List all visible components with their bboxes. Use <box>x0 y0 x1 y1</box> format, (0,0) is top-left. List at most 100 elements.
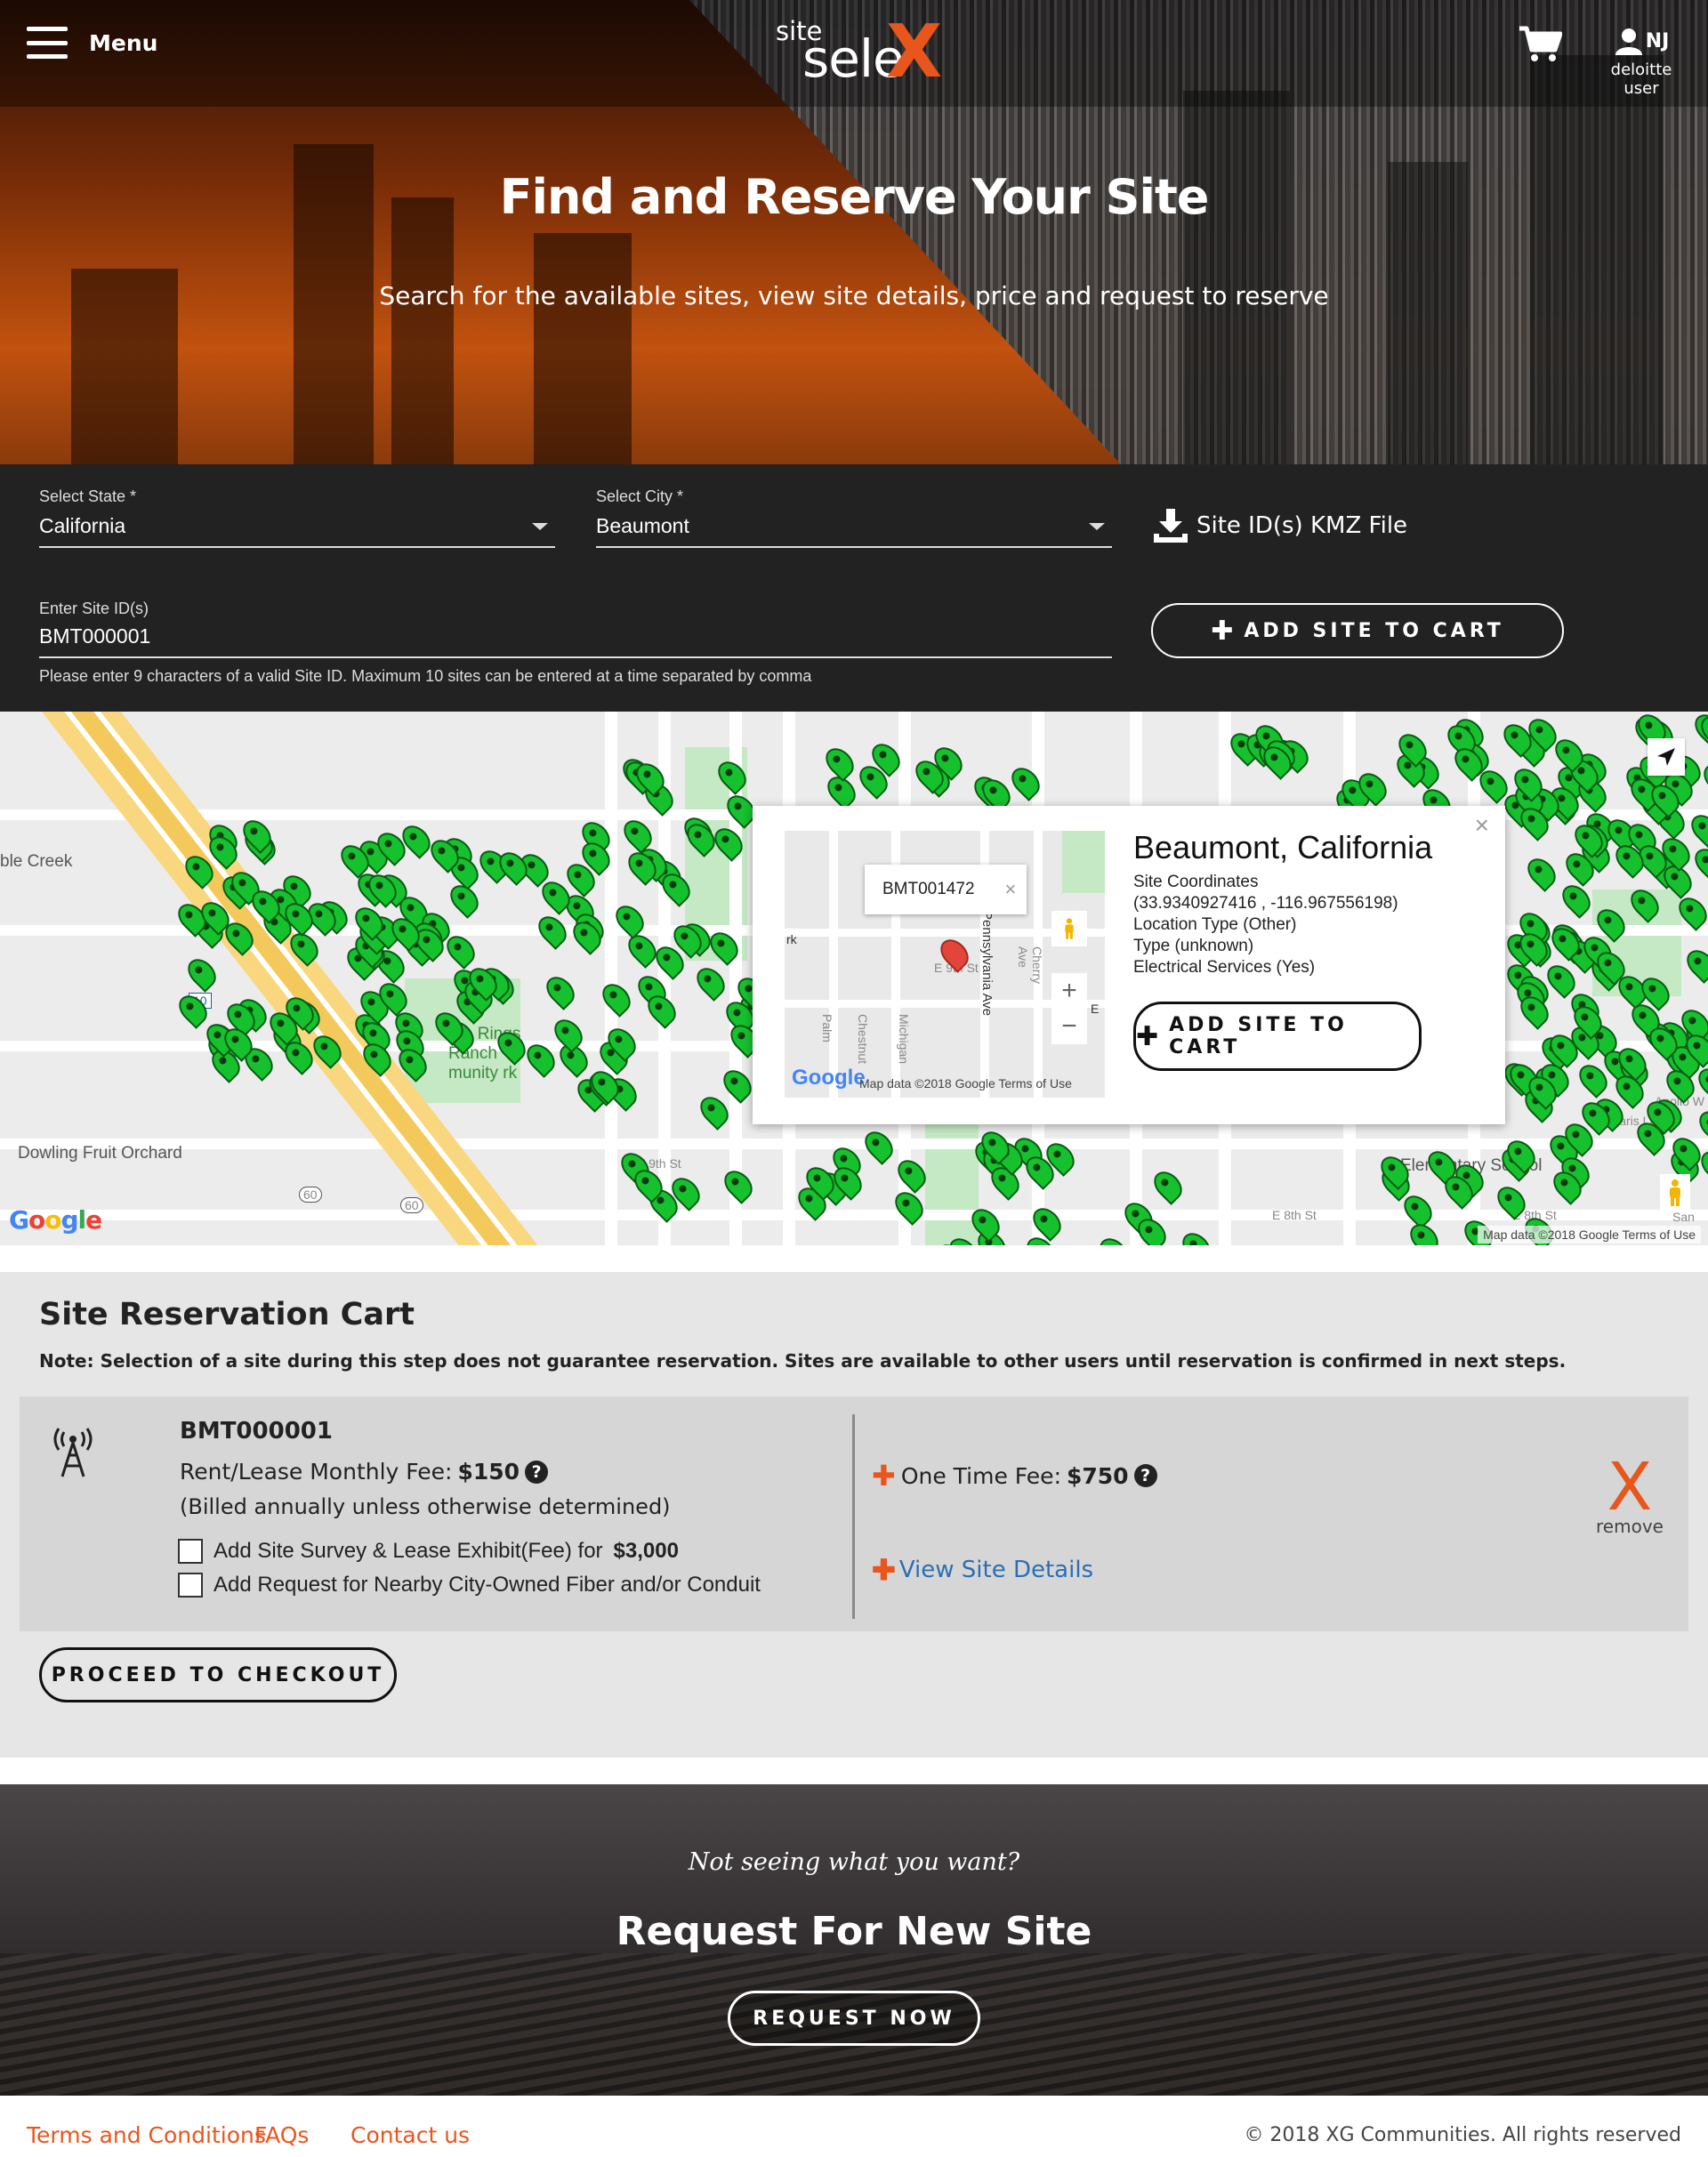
fiber-request-label: Add Request for Nearby City-Owned Fiber … <box>214 1573 761 1597</box>
site-pin[interactable] <box>695 1091 735 1131</box>
site-pin[interactable] <box>1094 1233 1134 1245</box>
mini-street-label: Palm <box>820 1014 834 1042</box>
view-site-details-link[interactable]: ✚ View Site Details <box>872 1553 1093 1587</box>
site-pin[interactable] <box>691 962 731 1002</box>
site-ids-help: Please enter 9 characters of a valid Sit… <box>39 667 812 685</box>
electrical-services: Electrical Services (Yes) <box>1133 958 1316 977</box>
plus-icon: ✚ <box>1211 615 1234 647</box>
site-pin[interactable] <box>1681 944 1708 984</box>
close-icon[interactable]: × <box>1475 811 1489 840</box>
site-search-form: Select State * California Select City * … <box>0 464 1708 712</box>
site-pin[interactable] <box>597 978 636 1018</box>
site-pin[interactable] <box>532 911 572 950</box>
help-icon[interactable]: ? <box>1133 1464 1157 1487</box>
site-pin[interactable] <box>820 743 859 782</box>
mini-street-label: Cherry Ave <box>1016 946 1044 985</box>
mini-map-attribution[interactable]: Map data ©2018 Google Terms of Use <box>859 1076 1072 1091</box>
hamburger-icon <box>27 27 68 59</box>
divider <box>852 1414 855 1619</box>
fiber-request-checkbox[interactable] <box>178 1573 203 1598</box>
zoom-in-button[interactable]: + <box>1051 973 1087 1009</box>
request-now-button[interactable]: REQUEST NOW <box>728 1991 980 2046</box>
map-attribution[interactable]: Map data ©2018 Google Terms of Use <box>1478 1226 1701 1243</box>
page-footer: Terms and Conditions FAQs Contact us © 2… <box>0 2096 1708 2157</box>
map-park <box>1062 831 1105 893</box>
contact-link[interactable]: Contact us <box>350 2122 470 2148</box>
site-pin[interactable] <box>181 954 222 994</box>
one-time-fee-value: $750 <box>1067 1462 1129 1489</box>
help-icon[interactable]: ? <box>525 1460 549 1484</box>
mini-label: rk <box>786 932 797 946</box>
proceed-to-checkout-button[interactable]: PROCEED TO CHECKOUT <box>39 1647 397 1702</box>
site-pin[interactable] <box>1557 880 1597 920</box>
request-new-site-banner: Not seeing what you want? Request For Ne… <box>0 1784 1708 2096</box>
billing-note: (Billed annually unless otherwise determ… <box>180 1494 671 1519</box>
site-pin[interactable] <box>445 880 484 919</box>
remove-button[interactable]: X remove <box>1585 1454 1674 1537</box>
navigation-arrow-icon <box>1657 748 1675 766</box>
site-pin[interactable] <box>1148 1165 1188 1205</box>
map-label-street: E 8th St <box>1272 1208 1317 1222</box>
page-subtitle: Search for the available sites, view sit… <box>379 281 1329 310</box>
hero-building <box>1530 55 1664 464</box>
site-survey-label: Add Site Survey & Lease Exhibit(Fee) for <box>214 1539 603 1563</box>
map-label-orchard: Dowling Fruit Orchard <box>18 1144 182 1163</box>
spacer <box>0 1245 1708 1272</box>
site-pin[interactable] <box>541 971 580 1011</box>
site-survey-price: $3,000 <box>613 1539 679 1563</box>
site-ids-input[interactable]: BMT000001 <box>39 617 1112 658</box>
add-site-label: ADD SITE TO CART <box>1244 619 1504 642</box>
request-now-label: REQUEST NOW <box>753 2007 955 2030</box>
mini-street-label: Chestnut <box>856 1014 870 1065</box>
cart-note: Note: Selection of a site during this st… <box>39 1350 1567 1372</box>
close-icon[interactable]: × <box>1005 878 1017 901</box>
mini-street-label: Pennsylvania Ave <box>979 911 995 1017</box>
site-map[interactable]: ble Creek Dowling Fruit Orchard ree Ring… <box>0 712 1708 1245</box>
site-pin[interactable] <box>718 1064 758 1104</box>
add-site-to-cart-button[interactable]: ✚ ADD SITE TO CART <box>1151 603 1564 658</box>
route-shield: 60 <box>400 1197 423 1213</box>
site-survey-option[interactable]: Add Site Survey & Lease Exhibit(Fee) for… <box>178 1539 679 1564</box>
site-pin[interactable] <box>1521 852 1561 892</box>
fiber-request-option[interactable]: Add Request for Nearby City-Owned Fiber … <box>178 1573 761 1598</box>
map-label-street: San <box>1672 1210 1695 1224</box>
site-pin[interactable] <box>1689 842 1708 882</box>
menu-button[interactable]: Menu <box>27 27 157 59</box>
view-details-label: View Site Details <box>898 1557 1094 1583</box>
chevron-down-icon <box>1089 523 1105 530</box>
download-icon <box>1154 509 1188 543</box>
request-title: Request For New Site <box>616 1909 1092 1954</box>
hero-building <box>1183 91 1290 464</box>
site-survey-checkbox[interactable] <box>178 1539 203 1564</box>
state-select[interactable]: California <box>39 507 555 548</box>
popup-add-site-button[interactable]: ✚ ADD SITE TO CART <box>1133 1002 1422 1071</box>
mini-map[interactable]: E 9th St Pennsylvania Ave Cherry Ave Mic… <box>785 831 1105 1098</box>
location-type: Location Type (Other) <box>1133 915 1297 934</box>
spacer <box>0 1758 1708 1784</box>
copyright: © 2018 XG Communities. All rights reserv… <box>1244 2124 1681 2146</box>
site-pin[interactable] <box>859 1126 899 1166</box>
plus-icon: ✚ <box>872 1554 896 1586</box>
user-menu[interactable]: NJ deloitte user <box>1592 27 1690 98</box>
tooltip-site-id: BMT001472 <box>882 880 975 898</box>
city-select[interactable]: Beaumont <box>596 507 1112 548</box>
zoom-out-button[interactable]: − <box>1051 1009 1087 1044</box>
site-pin[interactable] <box>618 814 658 854</box>
cart-icon[interactable] <box>1518 23 1562 64</box>
street-view-pegman[interactable] <box>1660 1174 1690 1211</box>
site-pin[interactable] <box>719 1165 759 1204</box>
google-logo: Google <box>9 1205 102 1235</box>
locate-button[interactable] <box>1648 738 1685 776</box>
reservation-cart: Site Reservation Cart Note: Selection of… <box>0 1272 1708 1758</box>
terms-link[interactable]: Terms and Conditions <box>27 2122 266 2148</box>
faqs-link[interactable]: FAQs <box>254 2122 309 2148</box>
pegman-button[interactable] <box>1051 911 1087 946</box>
site-type: Type (unknown) <box>1133 937 1254 955</box>
user-name: deloitte user <box>1610 60 1672 98</box>
site-pin[interactable] <box>1177 1227 1217 1245</box>
state-label: Select State * <box>39 487 137 505</box>
mini-street-label: Michigan <box>897 1014 911 1065</box>
site-ids-value: BMT000001 <box>39 624 151 648</box>
kmz-download-link[interactable]: Site ID(s) KMZ File <box>1152 507 1407 544</box>
plus-icon[interactable]: ✚ <box>872 1459 896 1493</box>
